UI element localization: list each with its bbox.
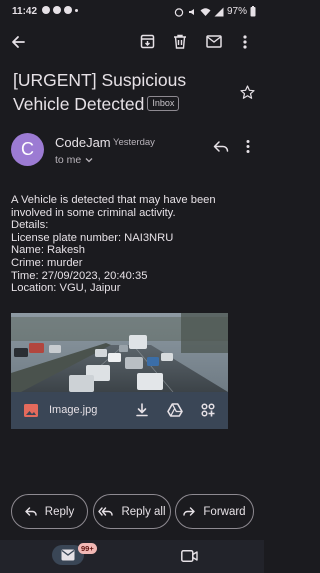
inbox-label-chip[interactable]: Inbox: [147, 95, 180, 111]
image-file-icon: [24, 404, 38, 417]
notification-icon: [42, 6, 50, 14]
signal-icon: [214, 7, 224, 16]
traffic-photo: [11, 313, 228, 392]
sender-avatar[interactable]: C: [11, 133, 44, 166]
notification-icon: [53, 6, 61, 14]
bottom-navigation: 99+: [0, 540, 264, 573]
body-line: Crime: murder: [11, 256, 83, 269]
unread-count-badge: 99+: [78, 543, 97, 554]
reply-icon: [25, 506, 37, 516]
alarm-icon: [174, 7, 184, 17]
body-line: Details:: [11, 219, 49, 232]
download-icon[interactable]: [136, 403, 148, 417]
forward-button[interactable]: Forward: [175, 494, 254, 529]
status-bar: 11:42 97%: [0, 0, 264, 24]
attachment-bar: Image.jpg: [11, 392, 228, 429]
body-line: License plate number: NAI3NRU: [11, 231, 174, 244]
reply-button[interactable]: Reply: [11, 494, 88, 529]
delete-icon[interactable]: [173, 34, 187, 49]
reply-all-icon: [98, 506, 114, 516]
message-toolbar: [0, 24, 264, 60]
email-subject: [URGENT] Suspicious Vehicle Detected Inbo…: [13, 68, 235, 116]
forward-label: Forward: [203, 505, 246, 518]
chevron-down-icon: [85, 158, 93, 163]
notification-icons: [42, 6, 78, 14]
back-arrow-icon[interactable]: [10, 34, 26, 50]
message-overflow-icon[interactable]: [245, 139, 251, 154]
wifi-icon: [200, 7, 211, 16]
reply-all-button[interactable]: Reply all: [93, 494, 171, 529]
forward-icon: [183, 506, 196, 516]
overflow-menu-icon[interactable]: [242, 34, 248, 50]
notification-icon: [64, 6, 72, 14]
meet-video-icon[interactable]: [181, 550, 198, 562]
body-line: Location: VGU, Jaipur: [11, 282, 121, 295]
status-time: 11:42: [12, 6, 38, 17]
attachment-filename: Image.jpg: [49, 404, 98, 416]
body-line: Name: Rakesh: [11, 244, 85, 257]
system-icons: 97%: [174, 6, 256, 17]
battery-icon: [250, 6, 256, 17]
star-icon[interactable]: [240, 85, 255, 100]
battery-percent: 97%: [226, 6, 247, 17]
more-notifications-icon: [75, 8, 78, 12]
recipient-details-toggle[interactable]: to me: [55, 154, 93, 166]
sent-time: Yesterday: [113, 137, 155, 148]
recipient-text: to me: [55, 154, 82, 166]
email-body: A Vehicle is detected that may have been…: [11, 194, 251, 295]
reply-label: Reply: [44, 505, 75, 518]
mail-unread-icon[interactable]: [206, 35, 222, 48]
save-to-drive-icon[interactable]: [167, 403, 183, 417]
add-to-photos-icon[interactable]: [200, 402, 216, 418]
attachment-image-preview[interactable]: [11, 313, 228, 392]
reply-all-label: Reply all: [121, 505, 166, 518]
body-line: involved in some criminal activity.: [11, 206, 176, 219]
mute-icon: [188, 8, 194, 15]
archive-icon[interactable]: [140, 34, 155, 49]
body-line: Time: 27/09/2023, 20:40:35: [11, 269, 148, 282]
mail-icon: [61, 549, 75, 561]
sender-name[interactable]: CodeJam: [55, 135, 111, 150]
body-line: A Vehicle is detected that may have been: [11, 194, 216, 206]
reply-icon[interactable]: [213, 140, 229, 153]
